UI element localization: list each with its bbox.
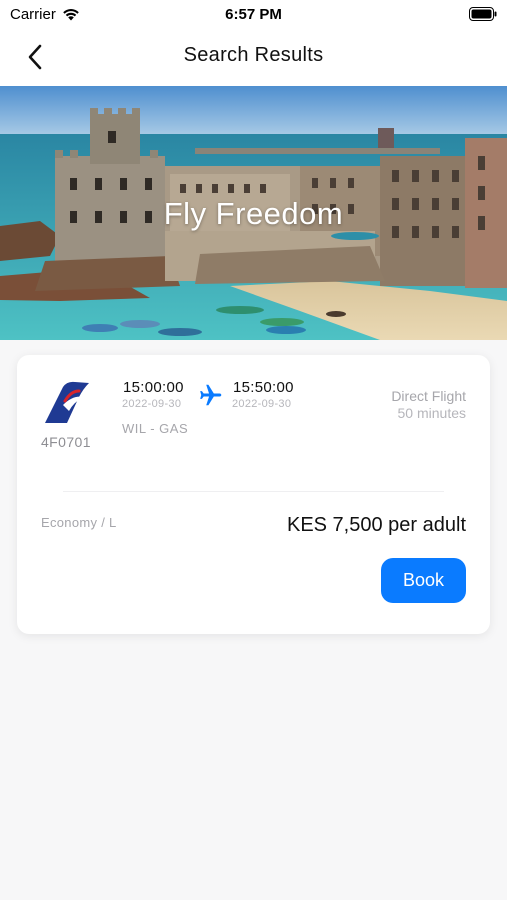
- battery-icon: [469, 7, 497, 21]
- status-bar: Carrier 6:57 PM: [0, 0, 507, 28]
- page-title: Search Results: [183, 44, 324, 66]
- fare-price: KES 7,500 per adult: [286, 514, 466, 536]
- airplane-icon: [200, 384, 222, 406]
- departure-time: 15:00:00: [123, 379, 184, 396]
- hero-banner: Fly Freedom: [0, 86, 507, 340]
- cabin-class: Economy / L: [41, 515, 117, 530]
- flight-result-card[interactable]: 4F0701 15:00:00 2022-09-30 15:50:00 2022…: [17, 355, 490, 634]
- card-divider: [63, 491, 444, 492]
- status-time: 6:57 PM: [225, 6, 282, 23]
- arrival-time: 15:50:00: [233, 379, 294, 396]
- hero-title: Fly Freedom: [163, 196, 344, 231]
- airline-tail-logo: [45, 381, 89, 423]
- arrival-date: 2022-09-30: [232, 398, 292, 410]
- flight-duration: 50 minutes: [397, 405, 466, 421]
- navigation-bar: Search Results: [0, 28, 507, 86]
- flight-code: 4F0701: [41, 434, 91, 450]
- book-button[interactable]: Book: [381, 558, 466, 603]
- flight-route: WIL - GAS: [122, 421, 189, 436]
- flight-type: Direct Flight: [391, 388, 466, 404]
- departure-date: 2022-09-30: [122, 398, 182, 410]
